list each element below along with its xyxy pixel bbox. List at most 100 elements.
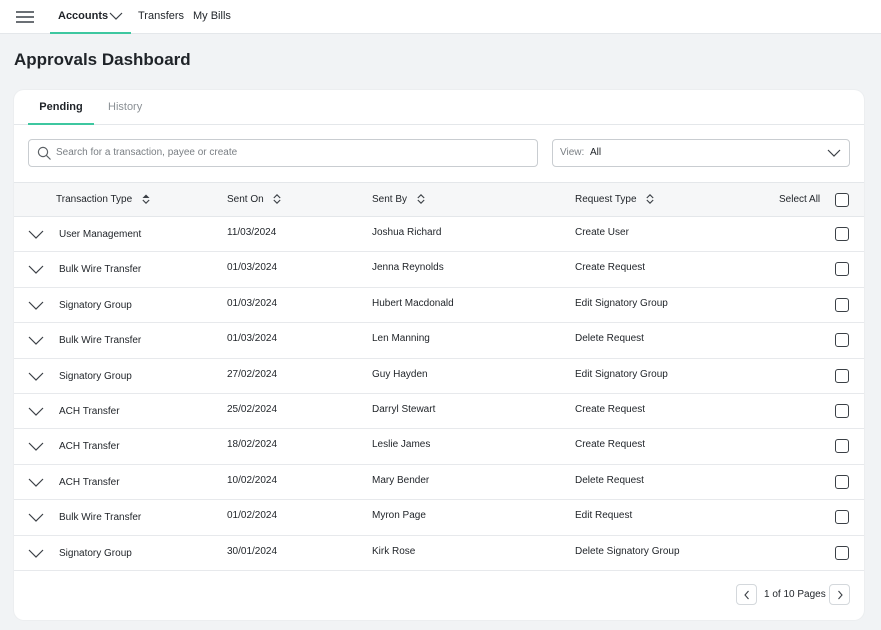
view-filter-label: View: bbox=[560, 147, 585, 158]
cell-sent-by: Mary Bender bbox=[372, 474, 430, 486]
cell-sent-on: 01/03/2024 bbox=[227, 297, 278, 309]
hamburger-menu-icon[interactable] bbox=[16, 11, 34, 23]
cell-sent-by: Hubert Macdonald bbox=[372, 297, 454, 309]
cell-sent-on: 27/02/2024 bbox=[227, 368, 278, 380]
cell-transaction-type: Signatory Group bbox=[59, 547, 132, 559]
expand-row-chevron-icon[interactable] bbox=[28, 229, 44, 240]
cell-sent-on: 18/02/2024 bbox=[227, 439, 278, 451]
pagination-status: 1 of 10 Pages bbox=[764, 589, 826, 600]
table-row[interactable]: ACH Transfer 10/02/2024 Mary Bender Delete … bbox=[14, 465, 864, 501]
search-input[interactable]: Search for a transaction, payee or creat… bbox=[28, 139, 538, 167]
tab-pending[interactable]: Pending bbox=[28, 90, 94, 125]
cell-sent-on: 11/03/2024 bbox=[227, 227, 277, 238]
expand-row-chevron-icon[interactable] bbox=[28, 406, 44, 417]
table-header-row: Transaction Type Sent On Sent By Request… bbox=[14, 182, 864, 217]
cell-sent-by: Joshua Richard bbox=[372, 227, 442, 238]
nav-transfers[interactable]: Transfers bbox=[138, 0, 184, 34]
search-placeholder: Search for a transaction, payee or creat… bbox=[56, 147, 238, 158]
column-header-sent-on[interactable]: Sent On bbox=[227, 183, 282, 216]
sort-active-icon bbox=[142, 194, 150, 205]
cell-sent-on: 01/03/2024 bbox=[227, 262, 278, 274]
nav-accounts-label: Accounts bbox=[58, 10, 109, 22]
nav-accounts[interactable]: Accounts bbox=[50, 0, 131, 34]
expand-row-chevron-icon[interactable] bbox=[28, 300, 44, 311]
expand-row-chevron-icon[interactable] bbox=[28, 335, 44, 346]
pagination-previous-button[interactable] bbox=[736, 584, 757, 605]
row-select-checkbox[interactable] bbox=[835, 297, 849, 312]
select-all-label: Select All bbox=[779, 194, 821, 205]
cell-sent-on: 10/02/2024 bbox=[227, 474, 278, 486]
table-row[interactable]: ACH Transfer 18/02/2024 Leslie James Create… bbox=[14, 429, 864, 465]
row-select-checkbox[interactable] bbox=[835, 368, 849, 383]
cell-sent-by: Leslie James bbox=[372, 439, 431, 451]
cell-request-type: Edit Signatory Group bbox=[575, 297, 668, 309]
sort-icon bbox=[273, 194, 282, 205]
row-select-checkbox[interactable] bbox=[835, 404, 849, 418]
tab-bar: Pending History bbox=[14, 90, 864, 125]
table-row[interactable]: Signatory Group 01/03/2024 Hubert Macdonal… bbox=[14, 288, 864, 324]
cell-transaction-type: Bulk Wire Transfer bbox=[59, 512, 142, 524]
cell-request-type: Create Request bbox=[575, 262, 646, 274]
table-row[interactable]: Bulk Wire Transfer 01/03/2024 Len Manning D… bbox=[14, 323, 864, 359]
row-select-checkbox[interactable] bbox=[835, 510, 849, 525]
cell-transaction-type: ACH Transfer bbox=[59, 476, 120, 488]
column-label-request-type: Request Type bbox=[575, 194, 637, 205]
row-select-checkbox[interactable] bbox=[835, 474, 849, 489]
search-icon bbox=[37, 146, 51, 160]
cell-transaction-type: User Management bbox=[59, 229, 142, 240]
expand-row-chevron-icon[interactable] bbox=[28, 264, 44, 275]
cell-transaction-type: Signatory Group bbox=[59, 299, 132, 311]
nav-my-bills[interactable]: My Bills bbox=[193, 0, 231, 34]
column-header-transaction-type[interactable]: Transaction Type bbox=[56, 183, 150, 216]
expand-row-chevron-icon[interactable] bbox=[28, 477, 44, 488]
cell-sent-on: 25/02/2024 bbox=[227, 404, 278, 415]
approvals-card: Pending History Search for a transaction… bbox=[14, 90, 864, 620]
cell-request-type: Edit Request bbox=[575, 510, 633, 522]
cell-request-type: Delete Signatory Group bbox=[575, 545, 680, 557]
cell-transaction-type: ACH Transfer bbox=[59, 441, 120, 453]
page-title: Approvals Dashboard bbox=[14, 50, 191, 69]
cell-sent-by: Len Manning bbox=[372, 333, 430, 345]
cell-sent-by: Guy Hayden bbox=[372, 368, 428, 380]
sort-icon bbox=[646, 194, 654, 205]
cell-transaction-type: Bulk Wire Transfer bbox=[59, 335, 142, 347]
column-label-sent-by: Sent By bbox=[372, 194, 408, 205]
cell-request-type: Create Request bbox=[575, 404, 646, 415]
top-navigation-bar: Accounts Transfers My Bills bbox=[0, 0, 881, 34]
table-row[interactable]: User Management 11/03/2024 Joshua Richard C… bbox=[14, 217, 864, 253]
row-select-checkbox[interactable] bbox=[835, 262, 849, 277]
cell-sent-by: Darryl Stewart bbox=[372, 404, 436, 415]
table-row[interactable]: Signatory Group 27/02/2024 Guy Hayden Edit … bbox=[14, 359, 864, 394]
column-label-transaction-type: Transaction Type bbox=[56, 194, 133, 205]
table-row[interactable]: Signatory Group 30/01/2024 Kirk Rose Delete… bbox=[14, 536, 864, 571]
expand-row-chevron-icon[interactable] bbox=[28, 512, 44, 523]
expand-row-chevron-icon[interactable] bbox=[28, 548, 44, 559]
cell-request-type: Delete Request bbox=[575, 333, 644, 345]
table-row[interactable]: Bulk Wire Transfer 01/02/2024 Myron Page Ed… bbox=[14, 500, 864, 536]
table-row[interactable]: Bulk Wire Transfer 01/03/2024 Jenna Reynol… bbox=[14, 252, 864, 288]
cell-sent-on: 01/03/2024 bbox=[227, 333, 278, 345]
cell-sent-by: Kirk Rose bbox=[372, 545, 416, 557]
row-select-checkbox[interactable] bbox=[835, 439, 849, 454]
cell-sent-by: Jenna Reynolds bbox=[372, 262, 444, 274]
table-row[interactable]: ACH Transfer 25/02/2024 Darryl Stewart Crea… bbox=[14, 394, 864, 430]
select-all-checkbox[interactable] bbox=[835, 193, 849, 207]
tab-history[interactable]: History bbox=[108, 90, 142, 125]
row-select-checkbox[interactable] bbox=[835, 333, 849, 348]
sort-icon bbox=[417, 194, 425, 205]
column-header-request-type[interactable]: Request Type bbox=[575, 183, 654, 216]
column-header-sent-by[interactable]: Sent By bbox=[372, 183, 425, 216]
pagination-next-button[interactable] bbox=[829, 584, 850, 605]
chevron-left-icon bbox=[744, 590, 749, 600]
expand-row-chevron-icon[interactable] bbox=[28, 441, 44, 452]
chevron-right-icon bbox=[838, 590, 843, 600]
column-label-sent-on: Sent On bbox=[227, 194, 264, 205]
cell-transaction-type: Signatory Group bbox=[59, 370, 132, 382]
cell-request-type: Create User bbox=[575, 227, 629, 238]
expand-row-chevron-icon[interactable] bbox=[28, 371, 44, 382]
row-select-checkbox[interactable] bbox=[835, 545, 849, 560]
cell-sent-by: Myron Page bbox=[372, 510, 426, 522]
view-filter-select[interactable]: View: All bbox=[552, 139, 850, 167]
row-select-checkbox[interactable] bbox=[835, 227, 849, 241]
cell-request-type: Create Request bbox=[575, 439, 646, 451]
